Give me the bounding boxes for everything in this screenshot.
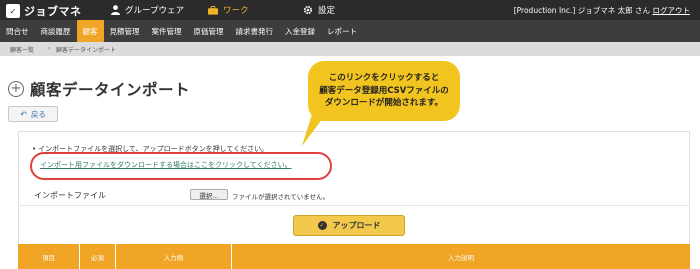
page-title: 顧客データインポート (30, 81, 191, 99)
logo-text: ジョブマネ (24, 5, 82, 18)
divider (18, 205, 690, 206)
back-button-label: 戻る (30, 109, 46, 119)
callout-text: このリンクをクリックすると 顧客データ登録用CSVファイルの ダウンロードが開始… (319, 72, 449, 110)
column-header-description: 入力説明 (448, 253, 474, 262)
nav-groupware[interactable]: グループウェア (110, 4, 184, 16)
subnav-item-estimates[interactable]: 見積管理 (104, 20, 146, 42)
column-header-example: 入力例 (116, 244, 232, 269)
highlight-oval (30, 152, 332, 180)
callout-line: ダウンロードが開始されます。 (324, 98, 444, 109)
sub-nav: 問合せ 商談履歴 顧客 見積管理 案件管理 原価管理 請求書発行 入金登録 レポ… (0, 20, 700, 42)
nav-groupware-label: グループウェア (125, 6, 184, 16)
breadcrumb-current: 顧客データインポート (56, 47, 117, 54)
logo-icon: ✓ (6, 4, 20, 18)
logout-link[interactable]: ログアウト (653, 5, 691, 16)
subnav-item-reports[interactable]: レポート (321, 20, 363, 42)
page-header: + 顧客データインポート (8, 78, 190, 100)
file-status-text: ファイルが選択されていません。 (232, 193, 330, 201)
nav-work-label: ワーク (223, 6, 249, 16)
callout-line: 顧客データ登録用CSVファイルの (319, 85, 449, 96)
subnav-item-costs[interactable]: 原価管理 (188, 20, 230, 42)
upload-button-label: アップロード (332, 221, 381, 230)
gear-icon (303, 5, 313, 15)
callout-line: このリンクをクリックすると (328, 72, 440, 83)
nav-settings[interactable]: 設定 (303, 4, 335, 16)
callout-bubble: このリンクをクリックすると 顧客データ登録用CSVファイルの ダウンロードが開始… (308, 61, 460, 121)
subnav-item-negotiation[interactable]: 商談履歴 (35, 20, 77, 42)
back-arrow-icon: ↶ (20, 109, 27, 119)
back-button[interactable]: ↶ 戻る (8, 106, 58, 122)
subnav-item-inquiry[interactable]: 問合せ (0, 20, 35, 42)
nav-settings-label: 設定 (318, 6, 336, 16)
top-bar: ✓ ジョブマネ グループウェア ワーク 設定 [Production Inc.]… (0, 0, 700, 20)
subnav-item-invoices[interactable]: 請求書発行 (230, 20, 280, 42)
subnav-item-projects[interactable]: 案件管理 (146, 20, 188, 42)
breadcrumb-separator: › (48, 45, 51, 52)
nav-work[interactable]: ワーク (208, 4, 249, 16)
user-name: [Production Inc.] ジョブマネ 太郎 さん (513, 6, 650, 15)
import-file-label: インポートファイル (34, 191, 106, 200)
check-circle-icon: ✓ (317, 221, 327, 230)
person-icon (110, 5, 120, 15)
bullet: • (32, 145, 37, 153)
subnav-item-payments[interactable]: 入金登録 (279, 20, 321, 42)
column-header-required: 必須 (80, 244, 116, 269)
upload-button[interactable]: ✓ アップロード (293, 215, 405, 236)
breadcrumb-customer-list[interactable]: 顧客一覧 (10, 45, 34, 54)
breadcrumb: 顧客一覧 › 顧客データインポート (0, 42, 700, 56)
table-header: 項目 必須 入力例 入力説明 (18, 244, 690, 269)
logo[interactable]: ✓ ジョブマネ (6, 3, 82, 19)
subnav-item-customers[interactable]: 顧客 (76, 20, 104, 42)
choose-file-button[interactable]: 選択... (190, 189, 228, 200)
plus-circle-icon: + (8, 81, 24, 97)
column-header-item: 項目 (18, 244, 80, 269)
briefcase-icon (208, 5, 218, 15)
